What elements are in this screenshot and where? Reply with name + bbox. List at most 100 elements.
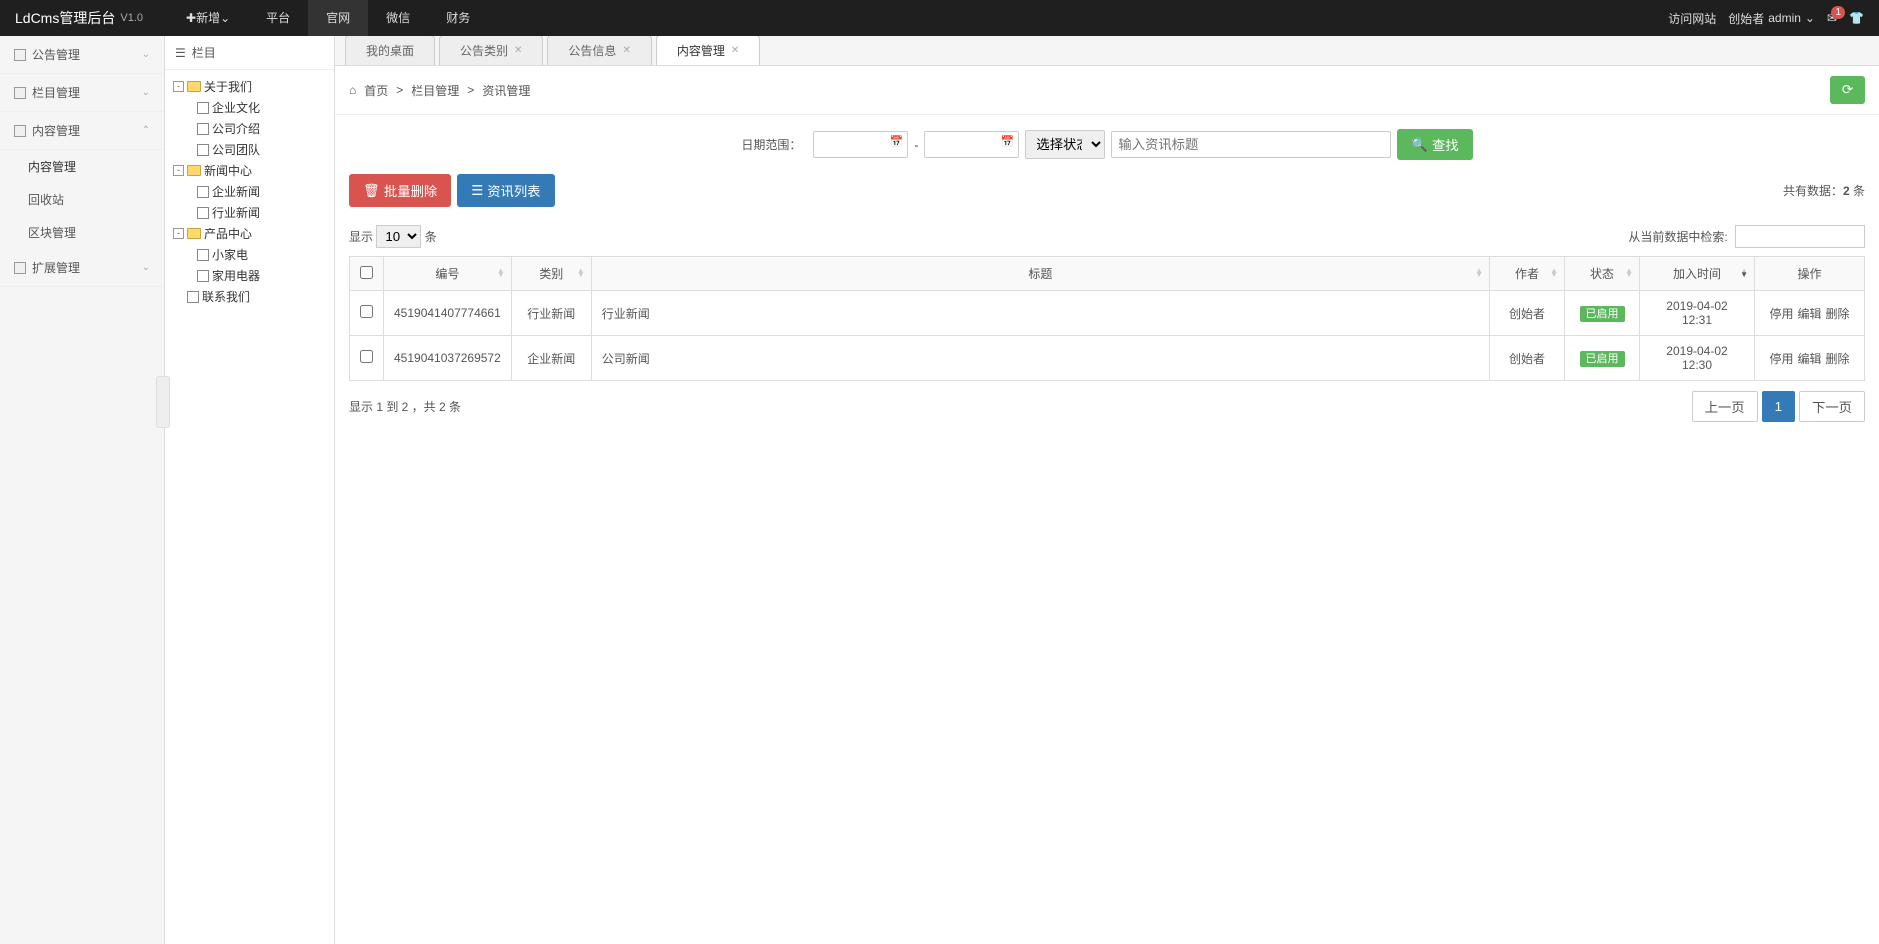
search-label: 查找: [1432, 135, 1459, 154]
visit-site-link[interactable]: 访问网站: [1668, 10, 1716, 27]
row-checkbox[interactable]: [360, 305, 373, 318]
tab-notice-category[interactable]: 公告类别 ✕: [439, 36, 543, 65]
sidebar-item-content[interactable]: 内容管理 ⌃: [0, 112, 164, 150]
tree-node[interactable]: 家用电器: [173, 265, 326, 286]
cell-ops: 停用编辑删除: [1755, 336, 1865, 381]
sidebar-item-extend[interactable]: 扩展管理 ⌄: [0, 249, 164, 287]
tab-label: 公告信息: [568, 42, 616, 59]
show-suffix: 条: [425, 230, 437, 244]
delete-link[interactable]: 删除: [1826, 352, 1850, 366]
main-area: 我的桌面 公告类别 ✕ 公告信息 ✕ 内容管理 ✕ ⌂ 首页 > 栏目管理 > 资讯管…: [335, 36, 1879, 944]
title-input[interactable]: [1111, 131, 1391, 158]
sidebar-sub-block[interactable]: 区块管理: [0, 216, 164, 249]
th-id[interactable]: 编号: [435, 267, 459, 281]
th-title[interactable]: 标题: [1028, 267, 1052, 281]
creator-label: 创始者: [1728, 10, 1764, 27]
tree-node[interactable]: - 新闻中心: [173, 160, 326, 181]
date-dash: -: [914, 138, 918, 152]
nav-add[interactable]: ✚ 新增 ⌄: [168, 0, 248, 36]
sort-icon[interactable]: ▲▼: [577, 269, 585, 279]
tab-desktop[interactable]: 我的桌面: [345, 36, 435, 65]
sort-icon[interactable]: ▲▼: [497, 269, 505, 279]
sidebar: 公告管理 ⌄ 栏目管理 ⌄ 内容管理 ⌃ 内容管理 回收站 区块管理 扩展管理 …: [0, 36, 165, 944]
breadcrumb-home[interactable]: 首页: [364, 82, 388, 99]
file-icon: [197, 144, 209, 156]
tree-node[interactable]: 企业新闻: [173, 181, 326, 202]
breadcrumb: ⌂ 首页 > 栏目管理 > 资讯管理 ⟳: [335, 66, 1879, 115]
nav-website[interactable]: 官网: [308, 0, 368, 36]
breadcrumb-item[interactable]: 栏目管理: [411, 82, 459, 99]
tree-label: 新闻中心: [204, 162, 252, 179]
tree-label: 企业新闻: [212, 183, 260, 200]
nav-finance[interactable]: 财务: [428, 0, 488, 36]
th-time[interactable]: 加入时间: [1673, 267, 1721, 281]
tab-label: 内容管理: [677, 42, 725, 59]
status-select[interactable]: 选择状态: [1025, 130, 1105, 159]
tree-title: 栏目: [192, 44, 216, 61]
tree-node[interactable]: 行业新闻: [173, 202, 326, 223]
action-bar: 🗑 批量删除 ☰ 资讯列表 共有数据：2 条: [335, 174, 1879, 217]
tree-label: 公司介绍: [212, 120, 260, 137]
user-menu[interactable]: 创始者 admin ⌄: [1728, 10, 1815, 27]
logo: LdCms管理后台: [15, 8, 115, 28]
close-icon[interactable]: ✕: [514, 45, 522, 56]
tree-node[interactable]: 公司团队: [173, 139, 326, 160]
date-to-input[interactable]: [924, 131, 1019, 158]
disable-link[interactable]: 停用: [1769, 352, 1793, 366]
tab-notice-info[interactable]: 公告信息 ✕: [547, 36, 651, 65]
table-search-input[interactable]: [1735, 225, 1865, 248]
sidebar-sub-recycle[interactable]: 回收站: [0, 183, 164, 216]
tree-node[interactable]: -产品中心: [173, 223, 326, 244]
edit-link[interactable]: 编辑: [1797, 352, 1821, 366]
close-icon[interactable]: ✕: [622, 45, 630, 56]
th-author[interactable]: 作者: [1515, 267, 1539, 281]
refresh-button[interactable]: ⟳: [1830, 76, 1865, 104]
tree-toggle[interactable]: -: [173, 228, 184, 239]
sidebar-item-column[interactable]: 栏目管理 ⌄: [0, 74, 164, 112]
prev-page-button[interactable]: 上一页: [1692, 391, 1758, 422]
tree-node[interactable]: 联系我们: [173, 286, 326, 307]
tree-node[interactable]: 小家电: [173, 244, 326, 265]
content-icon: [14, 125, 26, 137]
delete-link[interactable]: 删除: [1826, 307, 1850, 321]
tree-node[interactable]: 公司介绍: [173, 118, 326, 139]
cell-time: 2019-04-02 12:30: [1640, 336, 1755, 381]
sort-icon[interactable]: ▲▼: [1475, 269, 1483, 279]
page-1-button[interactable]: 1: [1762, 391, 1795, 422]
select-all-checkbox[interactable]: [360, 266, 373, 279]
tree-node[interactable]: -关于我们: [173, 76, 326, 97]
sort-icon[interactable]: ▲▼: [1550, 269, 1558, 279]
sort-icon[interactable]: ▲▼: [1740, 269, 1748, 279]
theme-button[interactable]: 👕: [1849, 11, 1864, 25]
file-icon: [197, 207, 209, 219]
close-icon[interactable]: ✕: [731, 45, 739, 56]
batch-delete-button[interactable]: 🗑 批量删除: [349, 174, 451, 207]
tab-label: 公告类别: [460, 42, 508, 59]
plus-icon: ✚: [186, 0, 196, 36]
tree-toggle[interactable]: -: [173, 165, 184, 176]
th-category[interactable]: 类别: [539, 267, 563, 281]
row-checkbox[interactable]: [360, 350, 373, 363]
search-button[interactable]: 🔍 查找: [1397, 129, 1472, 160]
cell-author: 创始者: [1490, 291, 1565, 336]
list-button[interactable]: ☰ 资讯列表: [457, 174, 554, 207]
disable-link[interactable]: 停用: [1769, 307, 1793, 321]
nav-wechat[interactable]: 微信: [368, 0, 428, 36]
tree-toggle[interactable]: -: [173, 81, 184, 92]
table-footer: 显示 1 到 2 ，共 2 条 上一页 1 下一页: [335, 381, 1879, 432]
sidebar-sub-content[interactable]: 内容管理: [0, 150, 164, 183]
refresh-icon: ⟳: [1842, 82, 1853, 97]
mail-button[interactable]: ✉ 1: [1827, 11, 1837, 25]
nav-label: 官网: [326, 0, 350, 36]
sidebar-item-notice[interactable]: 公告管理 ⌄: [0, 36, 164, 74]
tab-content-mgmt[interactable]: 内容管理 ✕: [656, 36, 760, 65]
th-status[interactable]: 状态: [1590, 267, 1614, 281]
edit-link[interactable]: 编辑: [1797, 307, 1821, 321]
page-size-select[interactable]: 10: [376, 225, 421, 248]
tree-node[interactable]: 企业文化: [173, 97, 326, 118]
sort-icon[interactable]: ▲▼: [1625, 269, 1633, 279]
list-label: 资讯列表: [487, 181, 540, 200]
nav-platform[interactable]: 平台: [248, 0, 308, 36]
date-from-input[interactable]: [813, 131, 908, 158]
next-page-button[interactable]: 下一页: [1799, 391, 1865, 422]
